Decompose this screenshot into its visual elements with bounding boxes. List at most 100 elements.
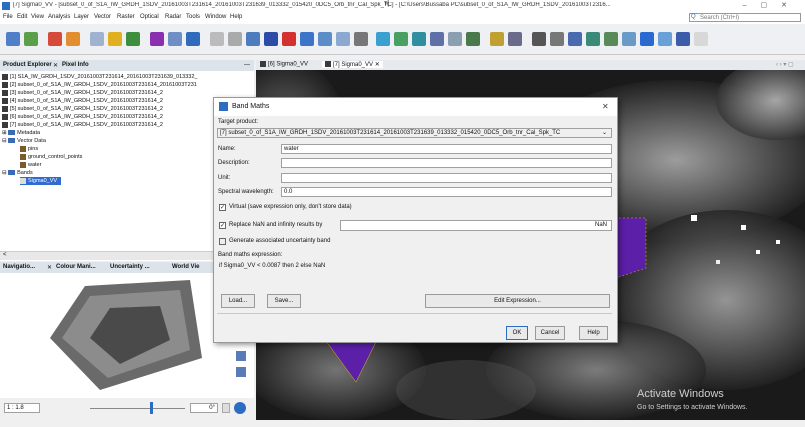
window-controls[interactable]: –▢✕: [743, 1, 801, 9]
layer-icon[interactable]: [150, 32, 164, 46]
line-tool-icon[interactable]: [622, 32, 636, 46]
product-item-5[interactable]: [5] subset_0_of_S1A_IW_GRDH_1SDV_2016100…: [2, 105, 163, 113]
spectrum-icon[interactable]: [318, 32, 332, 46]
virtual-checkbox[interactable]: ✓: [219, 204, 226, 211]
band-maths-icon[interactable]: [90, 32, 104, 46]
polygon-tool-icon[interactable]: [640, 32, 654, 46]
uncertainty-checkbox[interactable]: [219, 238, 226, 245]
statistics-icon[interactable]: [126, 32, 140, 46]
menu-analysis[interactable]: Analysis: [48, 14, 70, 20]
terrain-icon[interactable]: [430, 32, 444, 46]
grid-icon[interactable]: [508, 32, 522, 46]
geocoding-icon[interactable]: [466, 32, 480, 46]
select-tool-icon[interactable]: [532, 32, 546, 46]
product-item-1[interactable]: [1] S1A_IW_GRDH_1SDV_20161003T231614_201…: [2, 73, 197, 81]
pan-tool-icon[interactable]: [550, 32, 564, 46]
spectral-wavelength-field[interactable]: 0.0: [281, 187, 612, 197]
product-item-6[interactable]: [6] subset_0_of_S1A_IW_GRDH_1SDV_2016100…: [2, 113, 163, 121]
menu-tools[interactable]: Tools: [186, 14, 200, 20]
rotation-slider-thumb[interactable]: [150, 402, 153, 414]
tree-band-sigma0[interactable]: Sigma0_VV: [20, 177, 62, 185]
batch-icon[interactable]: [394, 32, 408, 46]
scatter-icon[interactable]: [336, 32, 350, 46]
menu-edit[interactable]: Edit: [17, 14, 27, 20]
mask-icon[interactable]: [168, 32, 182, 46]
scale-field[interactable]: 1 : 1.8: [4, 403, 40, 413]
load-button[interactable]: Load...: [221, 294, 255, 308]
mosaic-icon[interactable]: [412, 32, 426, 46]
unit-field[interactable]: [281, 173, 612, 183]
chart-icon[interactable]: [300, 32, 314, 46]
rotation-spinner[interactable]: [222, 403, 230, 413]
sigma-icon[interactable]: [354, 32, 368, 46]
help-icon[interactable]: [234, 402, 246, 414]
gcp-tool-icon[interactable]: [604, 32, 618, 46]
world-map-icon[interactable]: [282, 32, 296, 46]
draw-line-icon[interactable]: [210, 32, 224, 46]
menu-help[interactable]: Help: [230, 14, 242, 20]
ok-button[interactable]: OK: [506, 326, 528, 340]
menu-file[interactable]: File: [3, 14, 13, 20]
minimize-panel-icon[interactable]: —: [244, 62, 250, 68]
tree-vector-data[interactable]: ⊟ Vector Data: [2, 137, 46, 145]
tab-product-explorer[interactable]: Product Explorer: [3, 62, 52, 68]
replace-nan-field[interactable]: NaN: [340, 220, 612, 231]
tab-image-7[interactable]: [7] Sigma0_VV ✕: [322, 61, 383, 68]
menu-layer[interactable]: Layer: [74, 14, 89, 20]
search-input[interactable]: Search (Ctrl+I): [689, 13, 801, 22]
zoom-in-icon[interactable]: [236, 351, 246, 361]
pin-icon[interactable]: [186, 32, 200, 46]
navigation-thumbnail[interactable]: [30, 278, 230, 396]
menu-radar[interactable]: Radar: [165, 14, 181, 20]
tab-world-view[interactable]: World Vie: [172, 264, 199, 270]
zoom-out-icon[interactable]: [236, 367, 246, 377]
product-item-7[interactable]: [7] subset_0_of_S1A_IW_GRDH_1SDV_2016100…: [2, 121, 163, 129]
description-field[interactable]: [281, 158, 612, 168]
rotation-slider-track[interactable]: [90, 408, 185, 409]
zoom-tool-icon[interactable]: [568, 32, 582, 46]
tree-metadata[interactable]: ⊞ Metadata: [2, 129, 40, 137]
tab-image-6[interactable]: [6] Sigma0_VV: [260, 61, 308, 68]
range-finder-icon[interactable]: [658, 32, 672, 46]
menu-view[interactable]: View: [31, 14, 44, 20]
save-button[interactable]: Save...: [267, 294, 301, 308]
tab-uncertainty[interactable]: Uncertainty ...: [110, 264, 150, 270]
open-product-icon[interactable]: [6, 32, 20, 46]
cancel-button[interactable]: Cancel: [535, 326, 565, 340]
menu-optical[interactable]: Optical: [140, 14, 159, 20]
magic-wand-icon[interactable]: [676, 32, 690, 46]
menu-window[interactable]: Window: [205, 14, 226, 20]
save-product-icon[interactable]: [24, 32, 38, 46]
close-icon[interactable]: ✕: [53, 62, 58, 69]
graph-builder-icon[interactable]: [376, 32, 390, 46]
menu-raster[interactable]: Raster: [117, 14, 135, 20]
histogram-icon[interactable]: [108, 32, 122, 46]
chevron-down-icon[interactable]: ⌄: [602, 129, 607, 136]
tab-colour-manipulation[interactable]: Colour Mani...: [56, 264, 96, 270]
product-item-3[interactable]: [3] subset_0_of_S1A_IW_GRDH_1SDV_2016100…: [2, 89, 163, 97]
tab-nav-icons[interactable]: ‹ › ▾ ▢: [776, 61, 794, 68]
tree-vector-pins[interactable]: pins: [20, 145, 38, 153]
insar-icon[interactable]: [490, 32, 504, 46]
tab-pixel-info[interactable]: Pixel Info: [62, 62, 89, 68]
tab-navigation[interactable]: Navigatio...: [3, 264, 35, 270]
more-tools-icon[interactable]: [694, 32, 708, 46]
pin-tool-icon[interactable]: [586, 32, 600, 46]
tree-bands[interactable]: ⊟ Bands: [2, 169, 33, 177]
graph-icon[interactable]: [246, 32, 260, 46]
expression-area[interactable]: if Sigma0_VV < 0.0087 then 2 else NaN: [217, 260, 612, 286]
target-product-select[interactable]: [7] subset_0_of_S1A_IW_GRDH_1SDV_2016100…: [217, 128, 612, 138]
tree-vector-water[interactable]: water: [20, 161, 41, 169]
close-icon[interactable]: ✕: [47, 264, 52, 271]
scroll-left-icon[interactable]: <: [3, 252, 7, 258]
close-icon[interactable]: ✕: [602, 102, 609, 111]
rotation-field[interactable]: 0°: [190, 403, 218, 413]
product-item-2[interactable]: [2] subset_0_of_S1A_IW_GRDH_1SDV_2016100…: [2, 81, 197, 89]
image-view-icon[interactable]: [264, 32, 278, 46]
tree-vector-gcp[interactable]: ground_control_points: [20, 153, 82, 161]
menu-vector[interactable]: Vector: [94, 14, 111, 20]
help-button[interactable]: Help: [579, 326, 608, 340]
name-field[interactable]: water: [281, 144, 612, 154]
gcp-icon[interactable]: [448, 32, 462, 46]
edit-expression-button[interactable]: Edit Expression...: [425, 294, 610, 308]
